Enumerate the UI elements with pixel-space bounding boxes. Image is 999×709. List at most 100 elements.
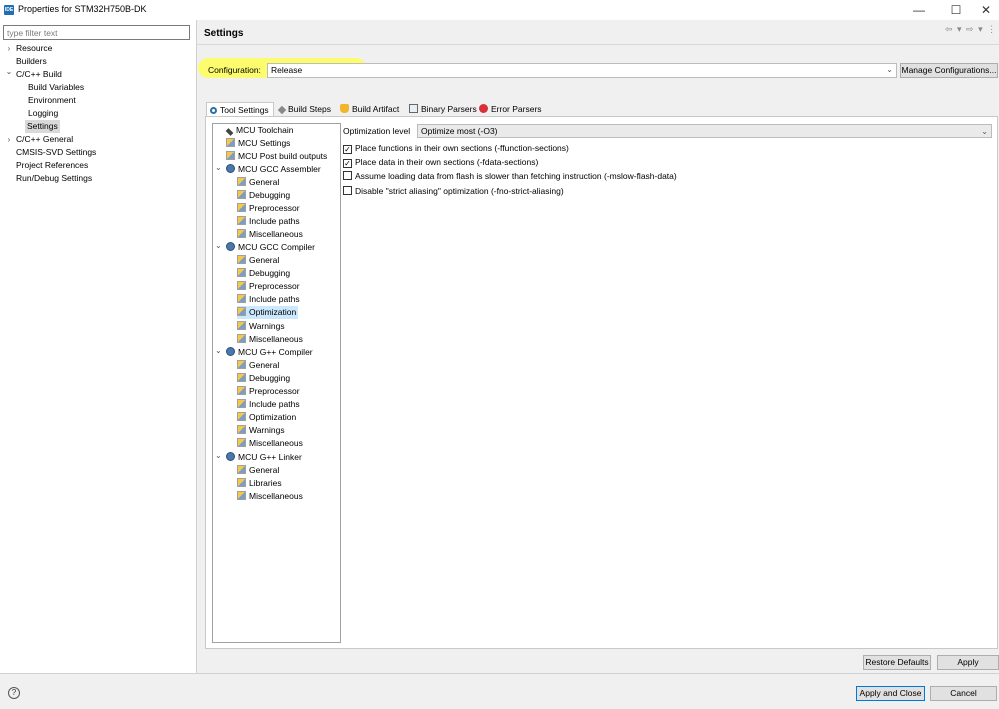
tree-item-gcc-compiler[interactable]: MCU GCC Compiler [226,241,315,254]
tree-item-label: MCU G++ Compiler [238,347,313,357]
restore-defaults-button[interactable]: Restore Defaults [863,655,931,670]
tree-item-linker-miscellaneous[interactable]: Miscellaneous [237,490,303,503]
manage-configurations-button[interactable]: Manage Configurations... [900,63,998,78]
tree-item-label: General [249,360,280,370]
chevron-down-icon[interactable]: ⌄ [215,241,222,250]
tree-item-gcc-preprocessor[interactable]: Preprocessor [237,280,300,293]
tree-item-label: Warnings [249,321,285,331]
tree-item-gpp-compiler[interactable]: MCU G++ Compiler [226,346,313,359]
tree-item-asm-debugging[interactable]: Debugging [237,189,290,202]
tree-item-label: Debugging [249,268,291,278]
tab-binary-parsers[interactable]: Binary Parsers [406,102,481,116]
trophy-icon [340,104,349,113]
nav-item-logging[interactable]: Logging [28,107,58,120]
minimize-button[interactable]: — [905,0,933,20]
settings-page-icon [237,294,246,303]
tree-item-gpp-miscellaneous[interactable]: Miscellaneous [237,437,303,450]
checkbox[interactable]: ✓ [343,159,352,168]
tree-item-asm-include-paths[interactable]: Include paths [237,215,300,228]
chevron-right-icon[interactable]: › [5,44,13,53]
checkbox[interactable] [343,171,352,180]
nav-item-settings[interactable]: Settings [25,120,60,133]
tree-item-label: Miscellaneous [249,229,303,239]
tree-item-gcc-include-paths[interactable]: Include paths [237,293,300,306]
chevron-down-icon[interactable]: ⌄ [215,451,222,460]
tree-item-mcu-toolchain[interactable]: MCU Toolchain [225,124,293,137]
dialog-button-bar [0,674,999,709]
tree-item-linker-libraries[interactable]: Libraries [237,477,282,490]
tree-item-mcu-settings[interactable]: MCU Settings [226,137,290,150]
nav-item-resource[interactable]: Resource [16,42,52,55]
nav-item-cpp-general[interactable]: C/C++ General [16,133,73,146]
tree-item-gpp-optimization[interactable]: Optimization [237,411,296,424]
chevron-down-icon[interactable]: ⌄ [215,163,222,172]
nav-item-cmsis-svd[interactable]: CMSIS-SVD Settings [16,146,96,159]
settings-page-icon [237,255,246,264]
tab-build-artifact[interactable]: Build Artifact [337,102,403,116]
tool-icon [226,347,235,356]
chevron-right-icon[interactable]: › [5,135,13,144]
tree-item-label: Debugging [249,190,291,200]
checkbox[interactable] [343,186,352,195]
settings-page-icon [237,425,246,434]
nav-item-run-debug[interactable]: Run/Debug Settings [16,172,92,185]
nav-item-builders[interactable]: Builders [16,55,47,68]
tree-item-gpp-debugging[interactable]: Debugging [237,372,290,385]
option-no-strict-aliasing[interactable]: Disable "strict aliasing" optimization (… [343,185,564,197]
filter-input[interactable] [3,25,190,40]
tree-item-gcc-miscellaneous[interactable]: Miscellaneous [237,333,303,346]
history-nav-icon[interactable]: ⇦ ▾ ⇨ ▾ ⋮ [945,24,997,35]
tree-item-label: MCU Post build outputs [238,151,328,161]
tree-item-label: MCU Settings [238,138,291,148]
nav-item-environment[interactable]: Environment [28,94,76,107]
tree-item-gcc-general[interactable]: General [237,254,279,267]
tree-item-gcc-assembler[interactable]: MCU GCC Assembler [226,163,321,176]
help-icon[interactable]: ? [8,687,20,699]
tree-item-gpp-general[interactable]: General [237,359,279,372]
nav-item-cpp-build[interactable]: C/C++ Build [16,68,62,81]
checkbox[interactable]: ✓ [343,145,352,154]
optimization-level-select[interactable]: Optimize most (-O3) ⌄ [417,124,992,138]
nav-item-build-variables[interactable]: Build Variables [28,81,84,94]
option-data-sections[interactable]: ✓ Place data in their own sections (-fdat… [343,156,538,168]
title-bar [0,0,999,20]
tree-item-asm-preprocessor[interactable]: Preprocessor [237,202,300,215]
cancel-button[interactable]: Cancel [930,686,997,701]
tree-item-gcc-optimization[interactable]: Optimization [237,306,299,319]
configuration-select[interactable]: Release ⌄ [267,63,897,78]
tree-item-gcc-debugging[interactable]: Debugging [237,267,290,280]
chevron-down-icon[interactable]: ⌄ [5,67,13,76]
maximize-button[interactable]: ☐ [942,0,970,20]
window-title: Properties for STM32H750B-DK [18,4,147,14]
settings-page-icon [237,465,246,474]
tree-item-gpp-warnings[interactable]: Warnings [237,424,285,437]
tree-item-label: General [249,177,280,187]
binary-file-icon [409,104,418,113]
option-function-sections[interactable]: ✓ Place functions in their own sections (… [343,142,569,154]
chevron-down-icon[interactable]: ⌄ [215,346,222,355]
settings-page-icon [237,491,246,500]
tree-item-mcu-post-build[interactable]: MCU Post build outputs [226,150,327,163]
tab-build-steps[interactable]: Build Steps [276,102,335,116]
tab-label: Build Steps [288,104,331,114]
apply-button[interactable]: Apply [937,655,999,670]
tree-item-gpp-linker[interactable]: MCU G++ Linker [226,451,302,464]
tab-error-parsers[interactable]: Error Parsers [476,102,546,116]
tree-item-gpp-include-paths[interactable]: Include paths [237,398,300,411]
option-label: Place data in their own sections (-fdata… [355,157,539,167]
settings-page-icon [237,229,246,238]
tree-item-label: Debugging [249,373,291,383]
tree-item-linker-general[interactable]: General [237,464,279,477]
tool-icon [226,242,235,251]
tree-item-asm-general[interactable]: General [237,176,279,189]
app-icon: IDE [4,5,14,15]
option-slow-flash-data[interactable]: Assume loading data from flash is slower… [343,170,677,182]
close-button[interactable]: ✕ [972,0,999,20]
optimization-level-value: Optimize most (-O3) [421,126,498,136]
tree-item-gpp-preprocessor[interactable]: Preprocessor [237,385,300,398]
nav-item-project-references[interactable]: Project References [16,159,88,172]
tree-item-gcc-warnings[interactable]: Warnings [237,320,285,333]
apply-and-close-button[interactable]: Apply and Close [856,686,925,701]
tree-item-asm-miscellaneous[interactable]: Miscellaneous [237,228,303,241]
tab-tool-settings[interactable]: Tool Settings [206,102,274,116]
